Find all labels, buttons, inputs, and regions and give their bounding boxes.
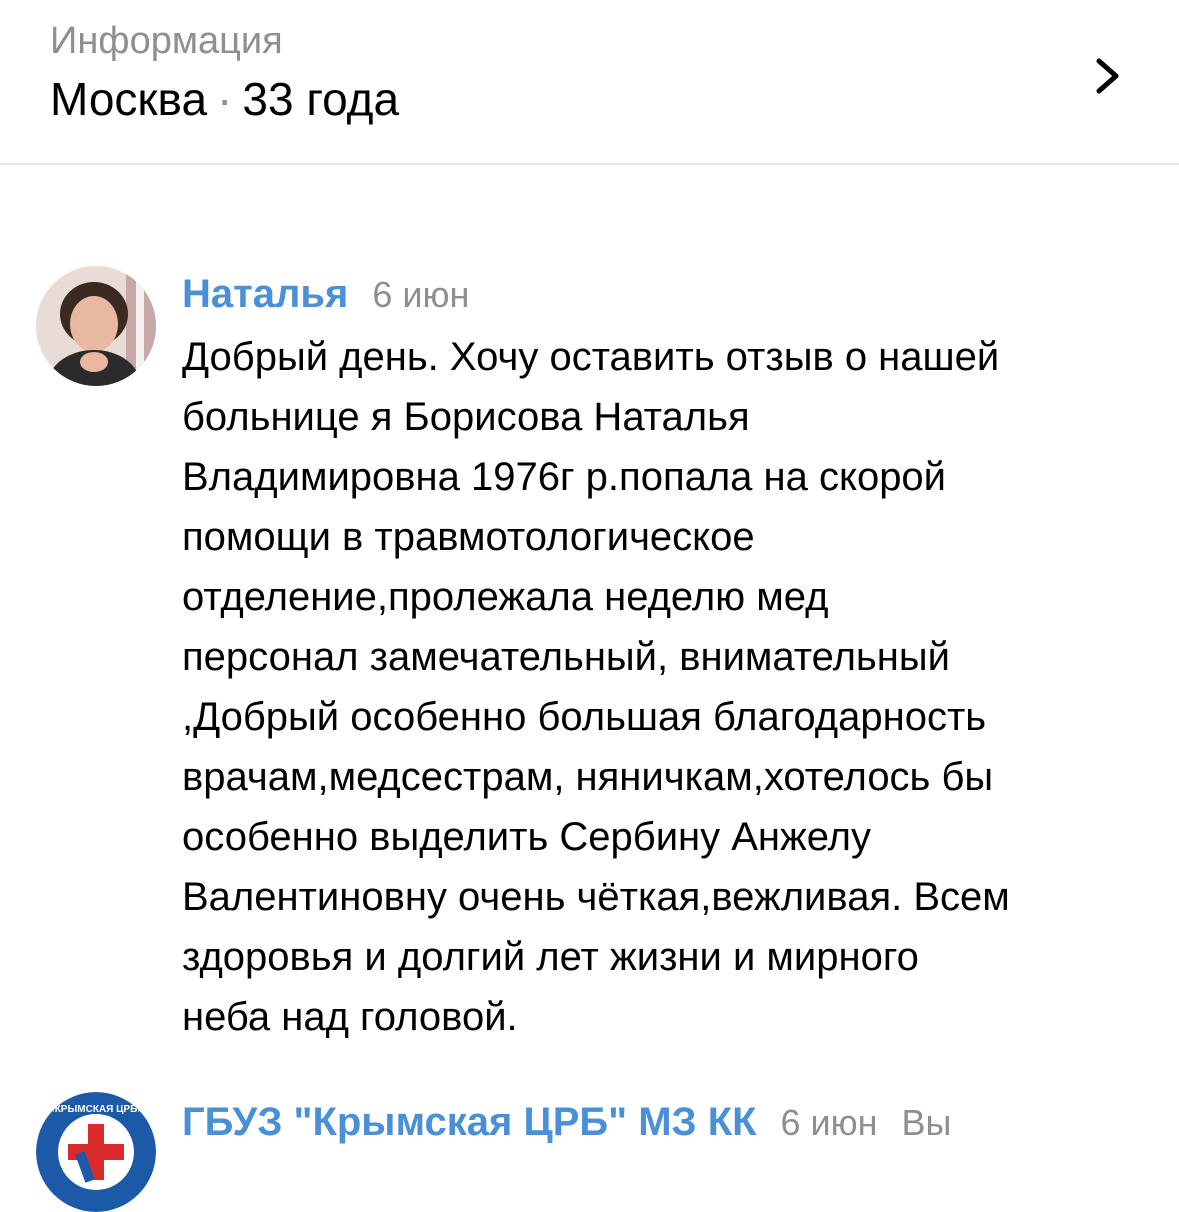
comment-date: 6 июн [780, 1102, 878, 1143]
comment-author[interactable]: ГБУЗ "Крымская ЦРБ" МЗ КК [182, 1100, 757, 1144]
comment-text-line: Добрый день. Хочу оставить отзыв о нашей [182, 335, 1000, 379]
comment-date: 6 июн [372, 274, 470, 315]
info-separator: · [217, 73, 233, 125]
comment-text-line: помощи в травмотологическое [182, 515, 755, 559]
info-city: Москва [50, 73, 208, 125]
comment-header: ГБУЗ "Крымская ЦРБ" МЗ КК 6 июн Вы [182, 1096, 951, 1157]
chevron-right-icon[interactable] [1092, 56, 1122, 96]
comment-text-line: отделение,пролежала неделю мед [182, 575, 829, 619]
logo-avatar[interactable]: «КРЫМСКАЯ ЦРБ» [36, 1092, 156, 1212]
comment-text-line: особенно выделить Сербину Анжелу [182, 815, 872, 859]
info-section[interactable]: Информация Москва · 33 года [0, 0, 1179, 165]
info-age: 33 года [242, 73, 400, 125]
section-gap [0, 165, 1179, 245]
comment-text-line: Владимировна 1976г р.попала на скорой [182, 455, 947, 499]
comment-author[interactable]: Наталья [182, 272, 348, 316]
comment-header: Наталья 6 июн [182, 268, 469, 329]
comment-text-line: Валентиновну очень чёткая,вежливая. Всем [182, 875, 1010, 919]
comment-text-line: больнице я Борисова Наталья [182, 395, 750, 439]
comment-text-line: ,Добрый особенно большая благодарность [182, 695, 987, 739]
you-label: Вы [901, 1102, 952, 1143]
logo-lettering: «КРЫМСКАЯ ЦРБ» [49, 1104, 143, 1115]
comment-text-line: неба над головой. [182, 995, 518, 1039]
comment-text-line: персонал замечательный, внимательный [182, 635, 950, 679]
comment-text-line: здоровья и долгий лет жизни и мирного [182, 935, 919, 979]
info-label: Информация [50, 20, 283, 62]
info-value: Москва · 33 года [50, 72, 399, 126]
avatar[interactable] [36, 266, 156, 386]
comment-text: Добрый день. Хочу оставить отзыв о нашей… [182, 327, 1142, 1047]
comment-text-line: врачам,медсестрам, няничкам,хотелось бы [182, 755, 994, 799]
